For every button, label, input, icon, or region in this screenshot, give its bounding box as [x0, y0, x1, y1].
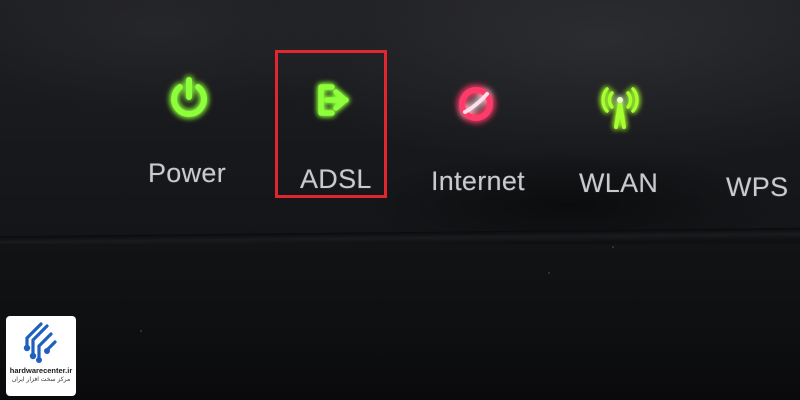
- indicator-label: WPS: [726, 172, 789, 202]
- power-icon: [161, 70, 217, 126]
- router-front-panel-photo: Power ADSL Internet WLAN WPS hardwarecen…: [0, 0, 800, 400]
- dust-speck: [612, 246, 614, 248]
- internet-icon: [448, 76, 504, 132]
- dust-speck: [140, 330, 142, 332]
- router-front-face: [0, 244, 800, 400]
- indicator-label: Internet: [431, 166, 525, 196]
- watermark-site: hardwarecenter.ir: [9, 366, 73, 375]
- watermark-logo: hardwarecenter.ir مرکز سخت افزار ایران: [6, 316, 76, 396]
- watermark-tagline: مرکز سخت افزار ایران: [11, 376, 71, 383]
- dust-speck: [548, 272, 550, 274]
- highlight-box: [275, 50, 387, 198]
- circuit-logo-icon: [23, 322, 57, 363]
- indicator-label: Power: [148, 158, 227, 188]
- indicator-label: WLAN: [579, 168, 659, 198]
- wlan-icon: [592, 80, 648, 136]
